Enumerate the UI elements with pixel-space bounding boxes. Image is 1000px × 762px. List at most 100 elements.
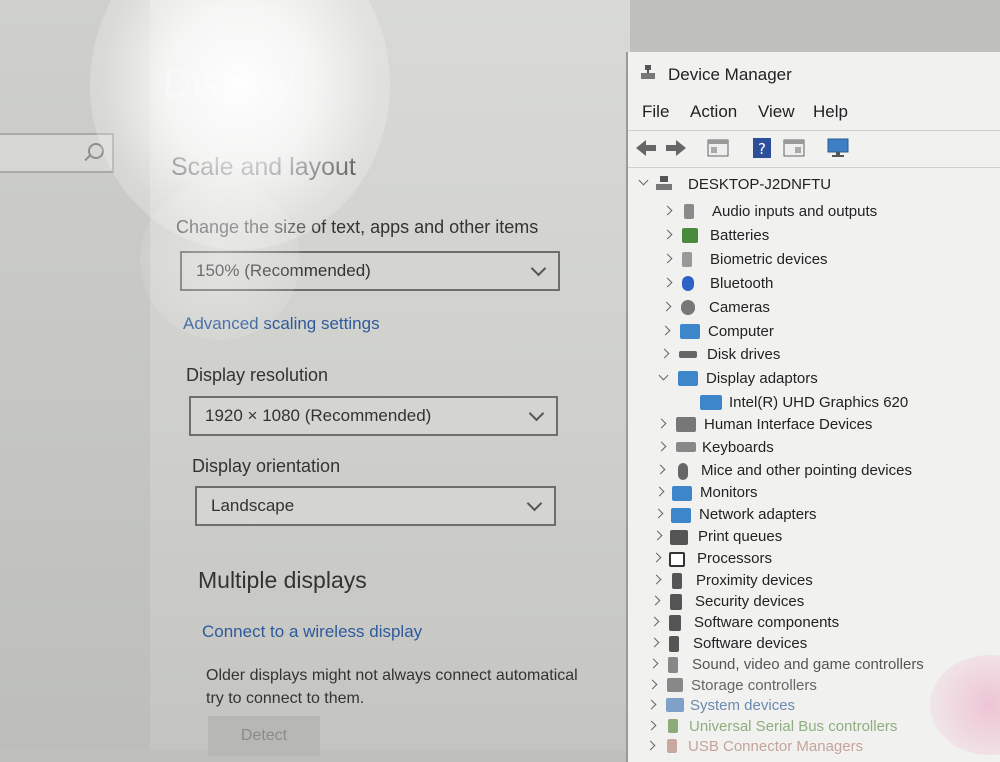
sound-icon (668, 657, 678, 673)
tree-node[interactable]: Processors (697, 550, 772, 567)
menu-file[interactable]: File (642, 102, 669, 122)
detect-button[interactable]: Detect (208, 716, 320, 756)
back-arrow-icon[interactable] (634, 137, 658, 159)
device-manager-icon (641, 65, 655, 79)
tree-node[interactable]: Keyboards (702, 439, 774, 456)
orientation-label: Display orientation (192, 456, 341, 476)
title-bar[interactable]: Device Manager (628, 52, 1000, 96)
window-title: Device Manager (668, 65, 792, 84)
expand-arrow-icon[interactable] (653, 508, 664, 519)
expand-arrow-icon[interactable] (662, 277, 673, 288)
page-title: Display (163, 62, 295, 106)
expand-arrow-icon[interactable] (652, 530, 663, 541)
expand-arrow-icon[interactable] (656, 418, 667, 429)
tree-node[interactable]: Bluetooth (710, 275, 773, 292)
tree-node[interactable]: Print queues (698, 528, 782, 545)
help-icon[interactable]: ? (750, 137, 774, 159)
orientation-value: Landscape (211, 496, 295, 515)
tree-node[interactable]: Cameras (709, 299, 770, 316)
tree-node[interactable]: Software components (694, 614, 839, 631)
tree-node[interactable]: Computer (708, 323, 774, 340)
tree-node[interactable]: Storage controllers (691, 677, 817, 694)
expand-arrow-icon[interactable] (662, 205, 673, 216)
display-adapter-icon (678, 371, 698, 386)
expand-arrow-icon[interactable] (645, 740, 656, 751)
tree-node[interactable]: System devices (690, 697, 795, 714)
orientation-dropdown[interactable]: Landscape (195, 486, 556, 526)
scan-hardware-icon[interactable] (826, 137, 850, 159)
search-icon[interactable] (88, 143, 104, 159)
expand-arrow-icon[interactable] (651, 574, 662, 585)
expand-arrow-icon[interactable] (662, 253, 673, 264)
keyboard-icon (676, 442, 696, 452)
tree-node[interactable]: Monitors (700, 484, 758, 501)
expand-arrow-icon[interactable] (660, 325, 671, 336)
tree-node[interactable]: Sound, video and game controllers (692, 656, 924, 673)
bluetooth-icon (682, 276, 694, 291)
menu-bar: File Action View Help (628, 102, 1000, 128)
multiple-displays-title: Multiple displays (198, 567, 367, 593)
resolution-label: Display resolution (186, 365, 329, 385)
expand-arrow-icon[interactable] (650, 595, 661, 606)
menu-view[interactable]: View (758, 102, 795, 122)
expand-arrow-icon[interactable] (646, 720, 657, 731)
older-displays-text: Older displays might not always connect … (206, 664, 636, 710)
tree-node[interactable]: Proximity devices (696, 572, 813, 589)
svg-text:?: ? (758, 140, 766, 158)
tree-node[interactable]: USB Connector Managers (688, 738, 863, 755)
menu-action[interactable]: Action (690, 102, 737, 122)
expand-arrow-icon[interactable] (659, 348, 670, 359)
expand-arrow-icon[interactable] (646, 699, 657, 710)
collapse-arrow-icon[interactable] (638, 175, 649, 186)
network-adapter-icon (671, 508, 691, 523)
expand-arrow-icon[interactable] (654, 486, 665, 497)
tree-node[interactable]: Security devices (695, 593, 804, 610)
expand-arrow-icon[interactable] (656, 441, 667, 452)
expand-arrow-icon[interactable] (649, 616, 660, 627)
resolution-dropdown[interactable]: 1920 × 1080 (Recommended) (189, 396, 558, 436)
forward-arrow-icon[interactable] (664, 137, 688, 159)
monitor-icon (672, 486, 692, 501)
expand-arrow-icon[interactable] (651, 552, 662, 563)
tree-node[interactable]: Universal Serial Bus controllers (689, 718, 897, 735)
tree-node[interactable]: Software devices (693, 635, 807, 652)
tree-root[interactable]: DESKTOP-J2DNFTU (688, 176, 831, 193)
tree-node[interactable]: Audio inputs and outputs (712, 203, 877, 220)
computer-root-icon (656, 176, 672, 190)
expand-arrow-icon[interactable] (648, 658, 659, 669)
properties-icon[interactable] (706, 137, 730, 159)
resolution-value: 1920 × 1080 (Recommended) (205, 406, 432, 425)
expand-arrow-icon[interactable] (662, 229, 673, 240)
software-device-icon (669, 636, 679, 652)
disk-drive-icon (679, 351, 697, 358)
tree-node[interactable]: Biometric devices (710, 251, 828, 268)
expand-arrow-icon[interactable] (661, 301, 672, 312)
system-device-icon (666, 698, 684, 712)
wireless-display-link[interactable]: Connect to a wireless display (202, 622, 422, 642)
scale-dropdown[interactable]: 150% (Recommended) (180, 251, 560, 291)
advanced-scaling-link[interactable]: Advanced scaling settings (183, 314, 380, 334)
tree-node[interactable]: Batteries (710, 227, 769, 244)
usb-connector-icon (667, 739, 677, 753)
collapse-arrow-icon[interactable] (658, 370, 669, 381)
tree-node[interactable]: Human Interface Devices (704, 416, 872, 433)
expand-arrow-icon[interactable] (649, 637, 660, 648)
tree-node[interactable]: Network adapters (699, 506, 817, 523)
tree-node[interactable]: Disk drives (707, 346, 780, 363)
update-driver-icon[interactable] (782, 137, 806, 159)
tree-node-child[interactable]: Intel(R) UHD Graphics 620 (729, 394, 908, 411)
proximity-icon (672, 573, 682, 589)
chevron-down-icon (530, 260, 547, 277)
scale-label: Change the size of text, apps and other … (176, 217, 539, 237)
security-icon (670, 594, 682, 610)
chevron-down-icon (526, 495, 543, 512)
expand-arrow-icon[interactable] (655, 464, 666, 475)
tree-node[interactable]: Mice and other pointing devices (701, 462, 912, 479)
scale-value: 150% (Recommended) (196, 261, 371, 280)
tree-node[interactable]: Display adaptors (706, 370, 818, 387)
mouse-icon (678, 463, 688, 480)
expand-arrow-icon[interactable] (647, 679, 658, 690)
search-input[interactable] (0, 133, 114, 173)
settings-window: Display Scale and layout Change the size… (0, 0, 630, 756)
menu-help[interactable]: Help (813, 102, 848, 122)
